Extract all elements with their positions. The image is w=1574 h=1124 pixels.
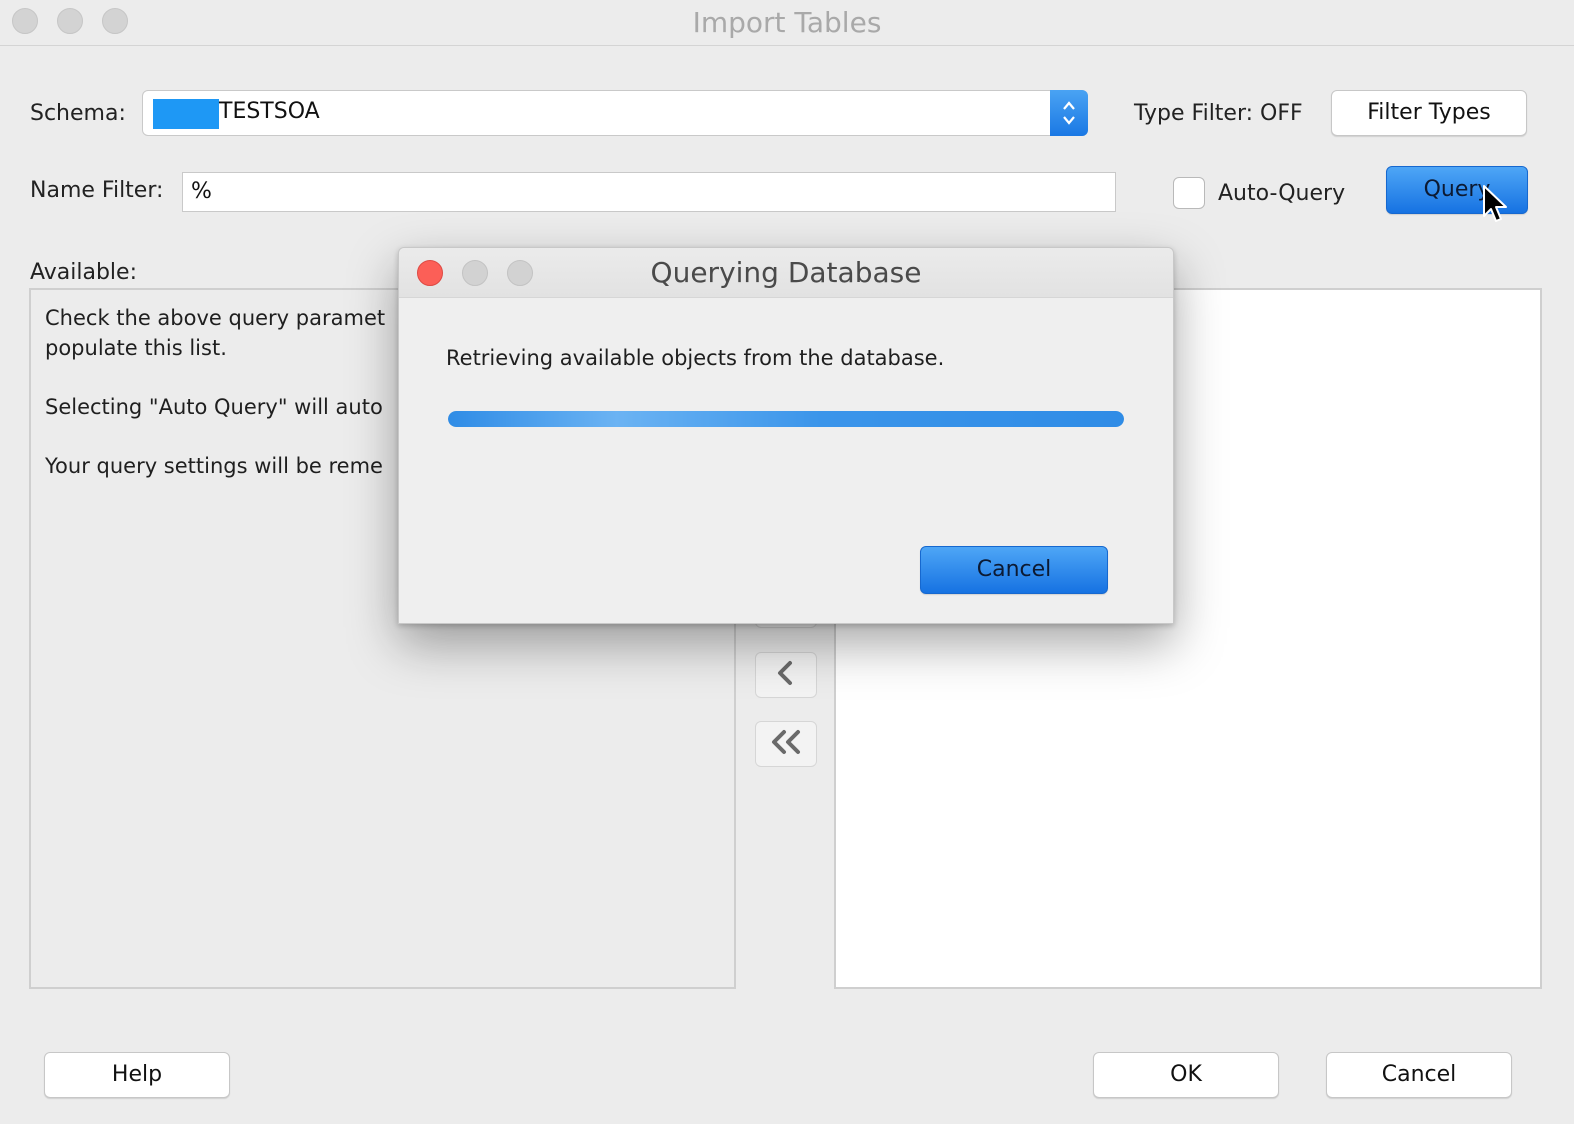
progress-bar [448, 411, 1124, 427]
available-label: Available: [30, 260, 137, 285]
name-filter-label: Name Filter: [30, 178, 164, 203]
progress-fill [448, 411, 1124, 427]
help-text-line: Selecting "Auto Query" will auto [45, 395, 383, 419]
help-text-line: Your query settings will be reme [45, 454, 383, 478]
window-titlebar: Import Tables [0, 0, 1574, 46]
help-button[interactable]: Help [44, 1052, 230, 1098]
select-stepper-icon[interactable] [1050, 90, 1088, 136]
schema-value: TESTSOA [219, 99, 320, 124]
auto-query-label: Auto-Query [1218, 181, 1346, 206]
schema-label: Schema: [30, 101, 126, 126]
auto-query-checkbox[interactable] [1173, 177, 1205, 209]
dialog-titlebar: Querying Database [399, 248, 1173, 298]
filter-types-button[interactable]: Filter Types [1331, 90, 1527, 136]
remove-selected-button[interactable] [755, 652, 817, 698]
type-filter-status: Type Filter: OFF [1134, 101, 1303, 126]
chevron-left-icon [774, 659, 798, 691]
double-chevron-left-icon [766, 728, 806, 760]
remove-all-button[interactable] [755, 721, 817, 767]
mouse-pointer-icon [1482, 184, 1510, 230]
schema-selection-highlight [153, 99, 219, 129]
dialog-message: Retrieving available objects from the da… [446, 346, 945, 370]
dialog-title: Querying Database [650, 256, 922, 289]
name-filter-input[interactable]: % [182, 172, 1116, 212]
schema-select[interactable]: TESTSOA [142, 90, 1088, 136]
ok-button[interactable]: OK [1093, 1052, 1279, 1098]
help-text-line: Check the above query paramet [45, 306, 386, 330]
dialog-cancel-button[interactable]: Cancel [920, 546, 1108, 594]
window-title: Import Tables [692, 6, 882, 39]
cancel-button[interactable]: Cancel [1326, 1052, 1512, 1098]
help-text-line: populate this list. [45, 336, 227, 360]
querying-database-dialog: Querying Database Retrieving available o… [398, 247, 1174, 624]
